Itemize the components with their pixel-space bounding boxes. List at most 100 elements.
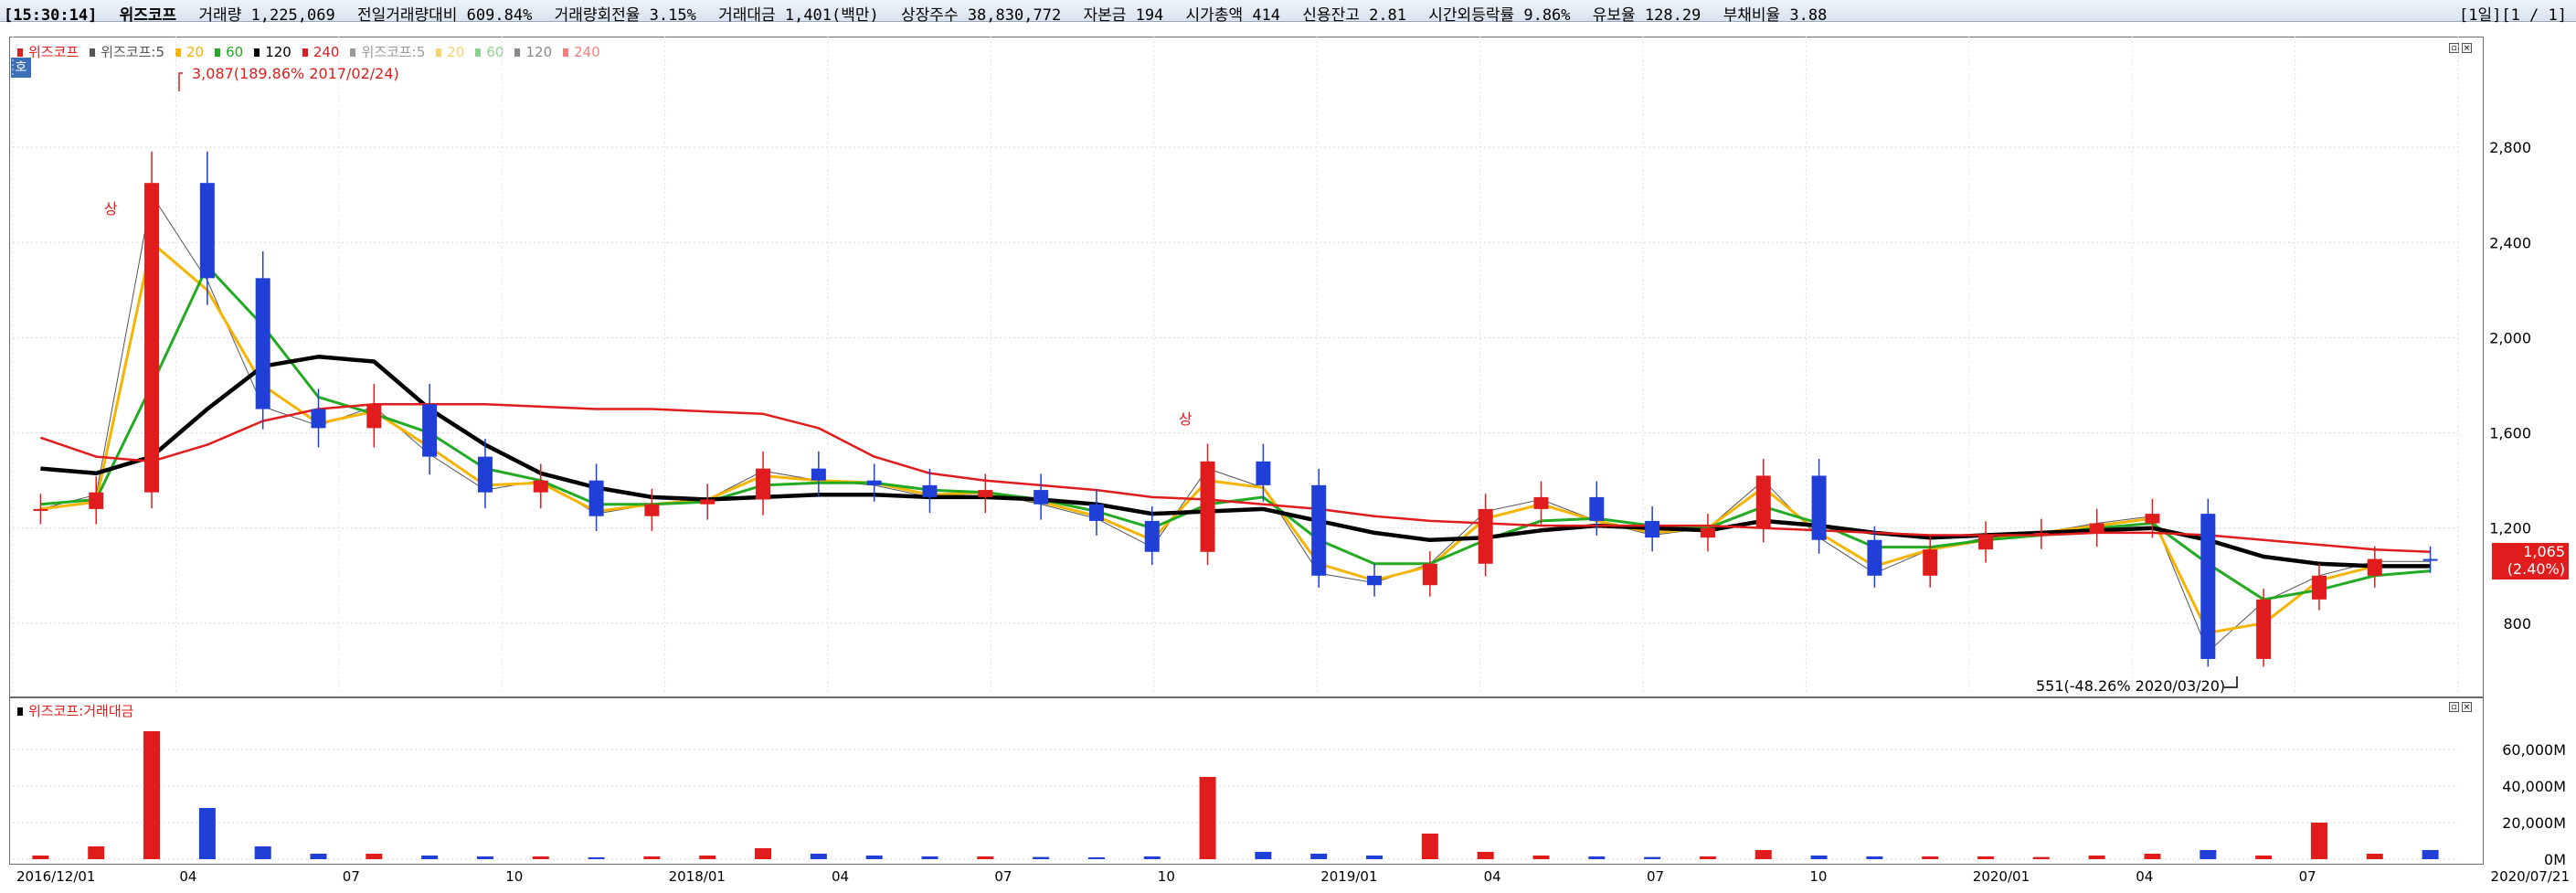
price-candle bbox=[1367, 575, 1383, 586]
price-candle bbox=[2145, 514, 2160, 524]
volume-bar bbox=[421, 856, 439, 859]
volume-bar bbox=[1866, 856, 1883, 859]
price-candle bbox=[2033, 532, 2049, 536]
current-change: (2.40%) bbox=[2507, 560, 2565, 578]
volume-bar bbox=[1588, 856, 1606, 859]
price-candle bbox=[922, 484, 938, 497]
volume-bar bbox=[1033, 856, 1050, 859]
price-candle bbox=[1923, 549, 1938, 576]
ma60-line bbox=[40, 264, 2431, 601]
volume-tick-label: 40,000M bbox=[2502, 778, 2566, 795]
volume-bar bbox=[1366, 856, 1383, 859]
price-candle bbox=[644, 504, 660, 516]
volume-bar bbox=[1143, 856, 1161, 859]
volume-bar bbox=[2422, 850, 2439, 859]
price-tick-label: 2,800 bbox=[2489, 139, 2531, 156]
price-candle bbox=[311, 409, 326, 429]
high-marker bbox=[178, 72, 183, 91]
volume-bar bbox=[532, 856, 549, 859]
price-tick-label: 2,400 bbox=[2489, 234, 2531, 251]
volume-bar bbox=[1310, 854, 1328, 859]
time-tick-label: 07 bbox=[2299, 868, 2316, 885]
price-candle bbox=[199, 183, 215, 279]
volume-bar bbox=[2310, 823, 2327, 859]
volume-tick-label: 20,000M bbox=[2502, 814, 2566, 832]
time-tick-label: 2016/12/01 bbox=[16, 868, 95, 885]
price-tick-label: 2,000 bbox=[2489, 329, 2531, 346]
price-candle bbox=[1311, 484, 1327, 576]
upper-limit-marker-2: 상 bbox=[1179, 410, 1193, 428]
stock-chart[interactable]: 2,800 2,400 2,000 1,600 1,200 800 60,000M 40,00… bbox=[0, 0, 2576, 893]
low-marker bbox=[2224, 676, 2238, 688]
volume-bar bbox=[32, 856, 49, 859]
time-tick-label: 04 bbox=[179, 868, 196, 885]
time-tick-label: 07 bbox=[1647, 868, 1664, 885]
price-candle bbox=[2367, 558, 2382, 576]
price-candle bbox=[811, 468, 826, 481]
price-candle bbox=[756, 468, 771, 500]
time-tick-label: 04 bbox=[1484, 868, 1501, 885]
volume-tick-label: 60,000M bbox=[2502, 741, 2566, 759]
price-candle bbox=[255, 278, 270, 409]
volume-bar bbox=[1754, 850, 1772, 859]
price-candle bbox=[978, 490, 993, 497]
volume-bar bbox=[1810, 856, 1828, 859]
time-tick-label: 2018/01 bbox=[669, 868, 726, 885]
volume-bar bbox=[1532, 856, 1550, 859]
price-candle bbox=[144, 183, 160, 493]
price-candle bbox=[1645, 520, 1660, 538]
volume-bar bbox=[1644, 856, 1661, 859]
price-candle bbox=[422, 404, 438, 457]
price-candle bbox=[1867, 539, 1882, 576]
volume-bar bbox=[198, 808, 216, 859]
volume-bar bbox=[143, 731, 161, 859]
volume-bar bbox=[755, 848, 772, 859]
price-candle bbox=[1422, 563, 1437, 586]
price-candle bbox=[1978, 535, 1994, 550]
price-candle bbox=[366, 404, 382, 429]
volume-bar bbox=[810, 854, 827, 859]
volume-bar bbox=[1199, 777, 1216, 859]
price-candle bbox=[2200, 514, 2216, 659]
volume-bar bbox=[1421, 834, 1438, 859]
price-candle bbox=[1533, 496, 1549, 509]
volume-bar bbox=[1087, 857, 1105, 859]
time-tick-label: 10 bbox=[505, 868, 523, 885]
price-candle bbox=[2256, 599, 2272, 659]
price-candle bbox=[1589, 496, 1605, 521]
volume-bar bbox=[699, 856, 716, 859]
price-candle bbox=[2311, 575, 2327, 600]
current-price-tag: 1,065 (2.40%) bbox=[2492, 543, 2569, 579]
price-tick-label: 1,200 bbox=[2489, 520, 2531, 537]
volume-bar bbox=[88, 846, 105, 859]
price-candle bbox=[2422, 558, 2438, 561]
volume-bar bbox=[977, 856, 994, 859]
price-candle bbox=[33, 508, 48, 511]
volume-bar bbox=[2144, 854, 2161, 859]
time-tick-label: 07 bbox=[994, 868, 1012, 885]
time-tick-label: 2020/07/21 bbox=[2491, 868, 2570, 885]
price-candle bbox=[1478, 508, 1493, 564]
price-candle bbox=[1088, 504, 1104, 521]
volume-bar bbox=[921, 856, 938, 859]
volume-bar bbox=[2255, 856, 2273, 859]
volume-bar bbox=[2032, 856, 2050, 859]
price-candle bbox=[1811, 475, 1827, 540]
time-tick-label: 04 bbox=[2136, 868, 2153, 885]
price-candle bbox=[533, 480, 548, 493]
low-annotation: 551(-48.26% 2020/03/20) bbox=[2036, 677, 2225, 695]
volume-bar bbox=[643, 856, 661, 859]
price-tick-label: 1,600 bbox=[2489, 425, 2531, 442]
volume-bar bbox=[2366, 854, 2383, 859]
volume-bar bbox=[366, 854, 383, 859]
price-candle bbox=[1144, 520, 1160, 552]
current-price: 1,065 bbox=[2523, 543, 2565, 560]
price-tick-label: 800 bbox=[2503, 615, 2531, 633]
volume-bar bbox=[1977, 856, 1995, 859]
volume-bar bbox=[310, 854, 327, 859]
time-tick-label: 07 bbox=[343, 868, 360, 885]
time-tick-label: 10 bbox=[1809, 868, 1827, 885]
volume-bar bbox=[1477, 852, 1494, 859]
price-candle bbox=[2089, 523, 2104, 533]
price-candle bbox=[477, 456, 493, 493]
